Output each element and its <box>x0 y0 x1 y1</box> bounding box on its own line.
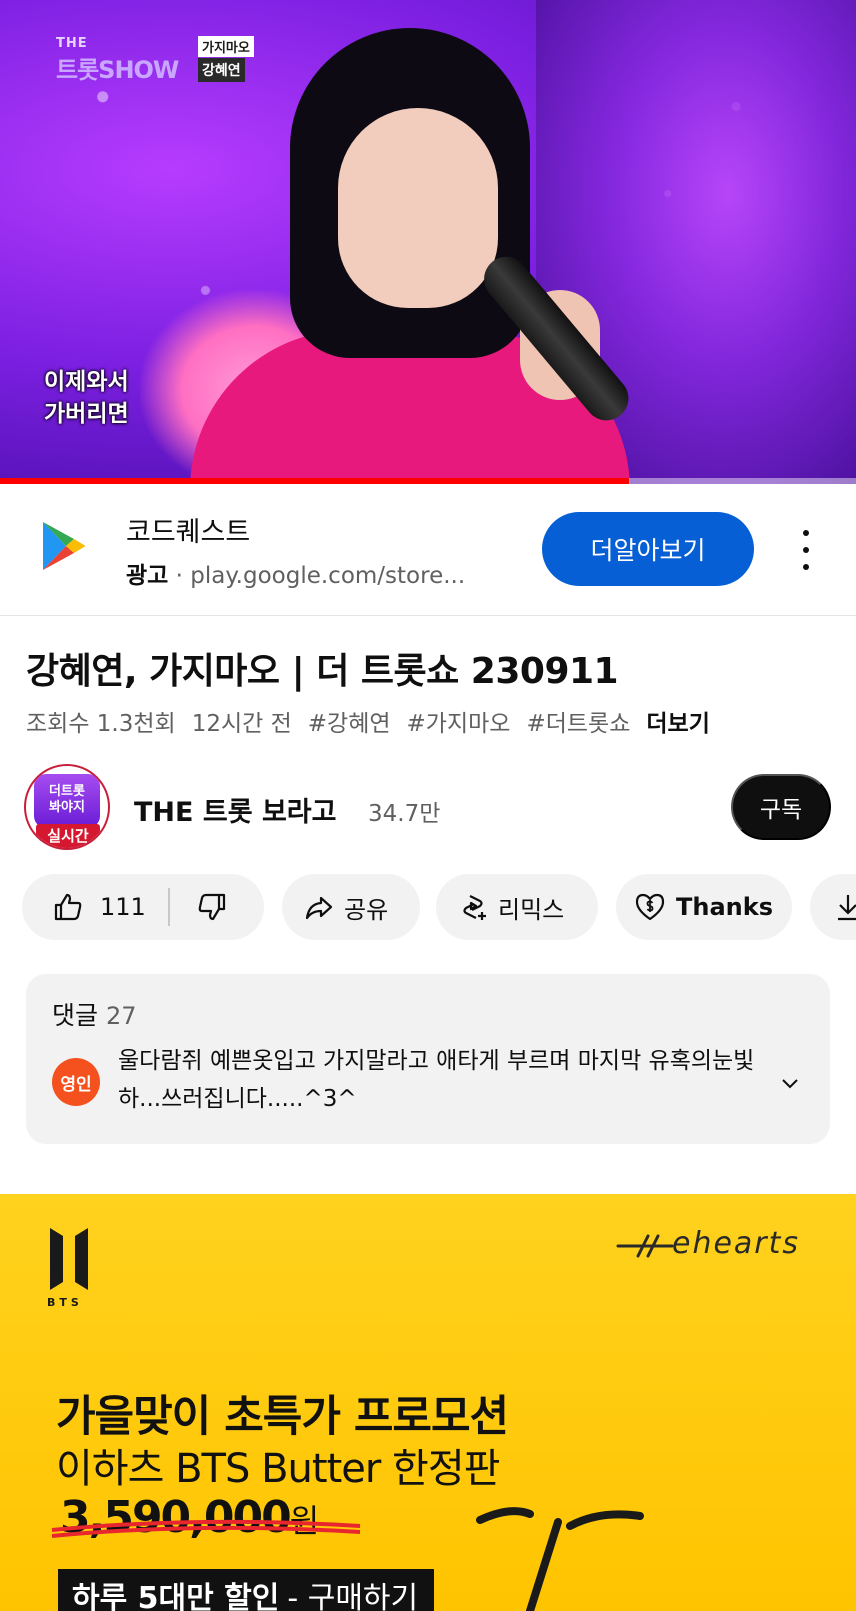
comments-title: 댓글 <box>52 1001 99 1030</box>
view-count: 조회수 1.3천회 <box>26 711 176 737</box>
bicycle-image <box>476 1507 644 1611</box>
bts-label: BTS <box>47 1296 83 1309</box>
buy-light-text: - 구매하기 <box>287 1581 419 1611</box>
ad-title[interactable]: 코드퀘스트 <box>126 510 250 549</box>
chevron-down-icon[interactable] <box>780 1076 800 1090</box>
banner-headline: 가을맞이 초특가 프로모션 <box>56 1392 509 1442</box>
remix-label: 리믹스 <box>498 895 565 924</box>
price-strikethrough <box>51 1519 361 1538</box>
live-badge: 실시간 <box>36 824 100 848</box>
more-options-icon[interactable] <box>796 530 816 570</box>
channel-avatar[interactable]: 더트롯 봐야지 실시간 <box>24 764 110 850</box>
thanks-button[interactable]: Thanks <box>616 874 792 940</box>
ad-label: 광고 <box>126 563 169 589</box>
lyrics-caption: 이제와서 가버리면 <box>44 369 129 427</box>
pill-divider <box>167 888 170 926</box>
ad-subtitle: 광고 · play.google.com/store... <box>126 556 465 590</box>
video-player[interactable]: THE 트롯SHOW 가지마오 강혜연 이제와서 가버리면 <box>0 0 856 484</box>
comments-count: 27 <box>106 1002 137 1030</box>
upload-age: 12시간 전 <box>191 711 292 737</box>
song-tag: 가지마오 <box>198 36 254 57</box>
google-play-icon <box>43 522 85 570</box>
dislike-button[interactable] <box>196 891 228 923</box>
hashtag-link[interactable]: #가지마오 <box>407 704 511 738</box>
hashtag-link[interactable]: #강혜연 <box>308 704 391 738</box>
remix-button[interactable]: 리믹스 <box>436 874 598 940</box>
singer-tag: 강혜연 <box>198 58 245 82</box>
like-dislike-pill: 111 <box>22 874 264 940</box>
singer-face <box>338 108 498 308</box>
thumbs-up-icon <box>54 893 82 921</box>
show-logo: THE 트롯SHOW 가지마오 강혜연 <box>56 36 264 86</box>
bts-logo <box>50 1228 88 1290</box>
thumbs-down-icon <box>198 893 225 921</box>
share-button[interactable]: 공유 <box>282 874 420 940</box>
ad-separator: · <box>175 563 183 589</box>
remix-icon <box>463 895 486 920</box>
heart-dollar-icon <box>635 893 665 921</box>
video-meta[interactable]: 조회수 1.3천회 12시간 전 #강혜연 #가지마오 #더트롯쇼 더보기 <box>26 704 710 738</box>
like-count: 111 <box>100 893 146 921</box>
commenter-avatar: 영인 <box>52 1058 100 1106</box>
ehearts-logo-mark <box>616 1234 674 1258</box>
ad-url: play.google.com/store... <box>190 563 466 589</box>
ad-learn-more-button[interactable]: 더알아보기 <box>542 512 754 586</box>
share-icon <box>305 896 333 920</box>
comments-header: 댓글 27 <box>52 996 137 1032</box>
channel-avatar-logo: 더트롯 봐야지 <box>34 774 100 828</box>
banner-subhead: 이하츠 BTS Butter 한정판 <box>56 1446 500 1492</box>
like-button[interactable]: 111 <box>22 891 146 923</box>
video-title[interactable]: 강혜연, 가지마오 | 더 트롯쇼 230911 <box>26 642 619 694</box>
subscribe-button[interactable]: 구독 <box>731 774 831 840</box>
hashtag-link[interactable]: #더트롯쇼 <box>526 704 630 738</box>
download-button[interactable] <box>810 874 856 940</box>
thanks-label: Thanks <box>676 893 773 921</box>
channel-name[interactable]: THE 트롯 보라고 <box>134 790 336 829</box>
logo-the: THE <box>56 36 88 51</box>
ehearts-brand: ehearts <box>672 1226 801 1261</box>
buy-bold-text: 하루 5대만 할인 <box>72 1581 280 1611</box>
top-comment-text: 울다람쥐 예쁜옷입고 가지말라고 애타게 부르며 마지막 유혹의눈빛 하...쓰… <box>118 1048 755 1112</box>
buy-now-button[interactable]: 하루 5대만 할인 - 구매하기 <box>58 1569 434 1611</box>
share-label: 공유 <box>344 895 389 924</box>
logo-show: 트롯SHOW <box>56 56 179 84</box>
subscriber-count: 34.7만 <box>368 801 441 827</box>
download-icon <box>838 895 856 921</box>
more-link[interactable]: 더보기 <box>646 704 709 738</box>
